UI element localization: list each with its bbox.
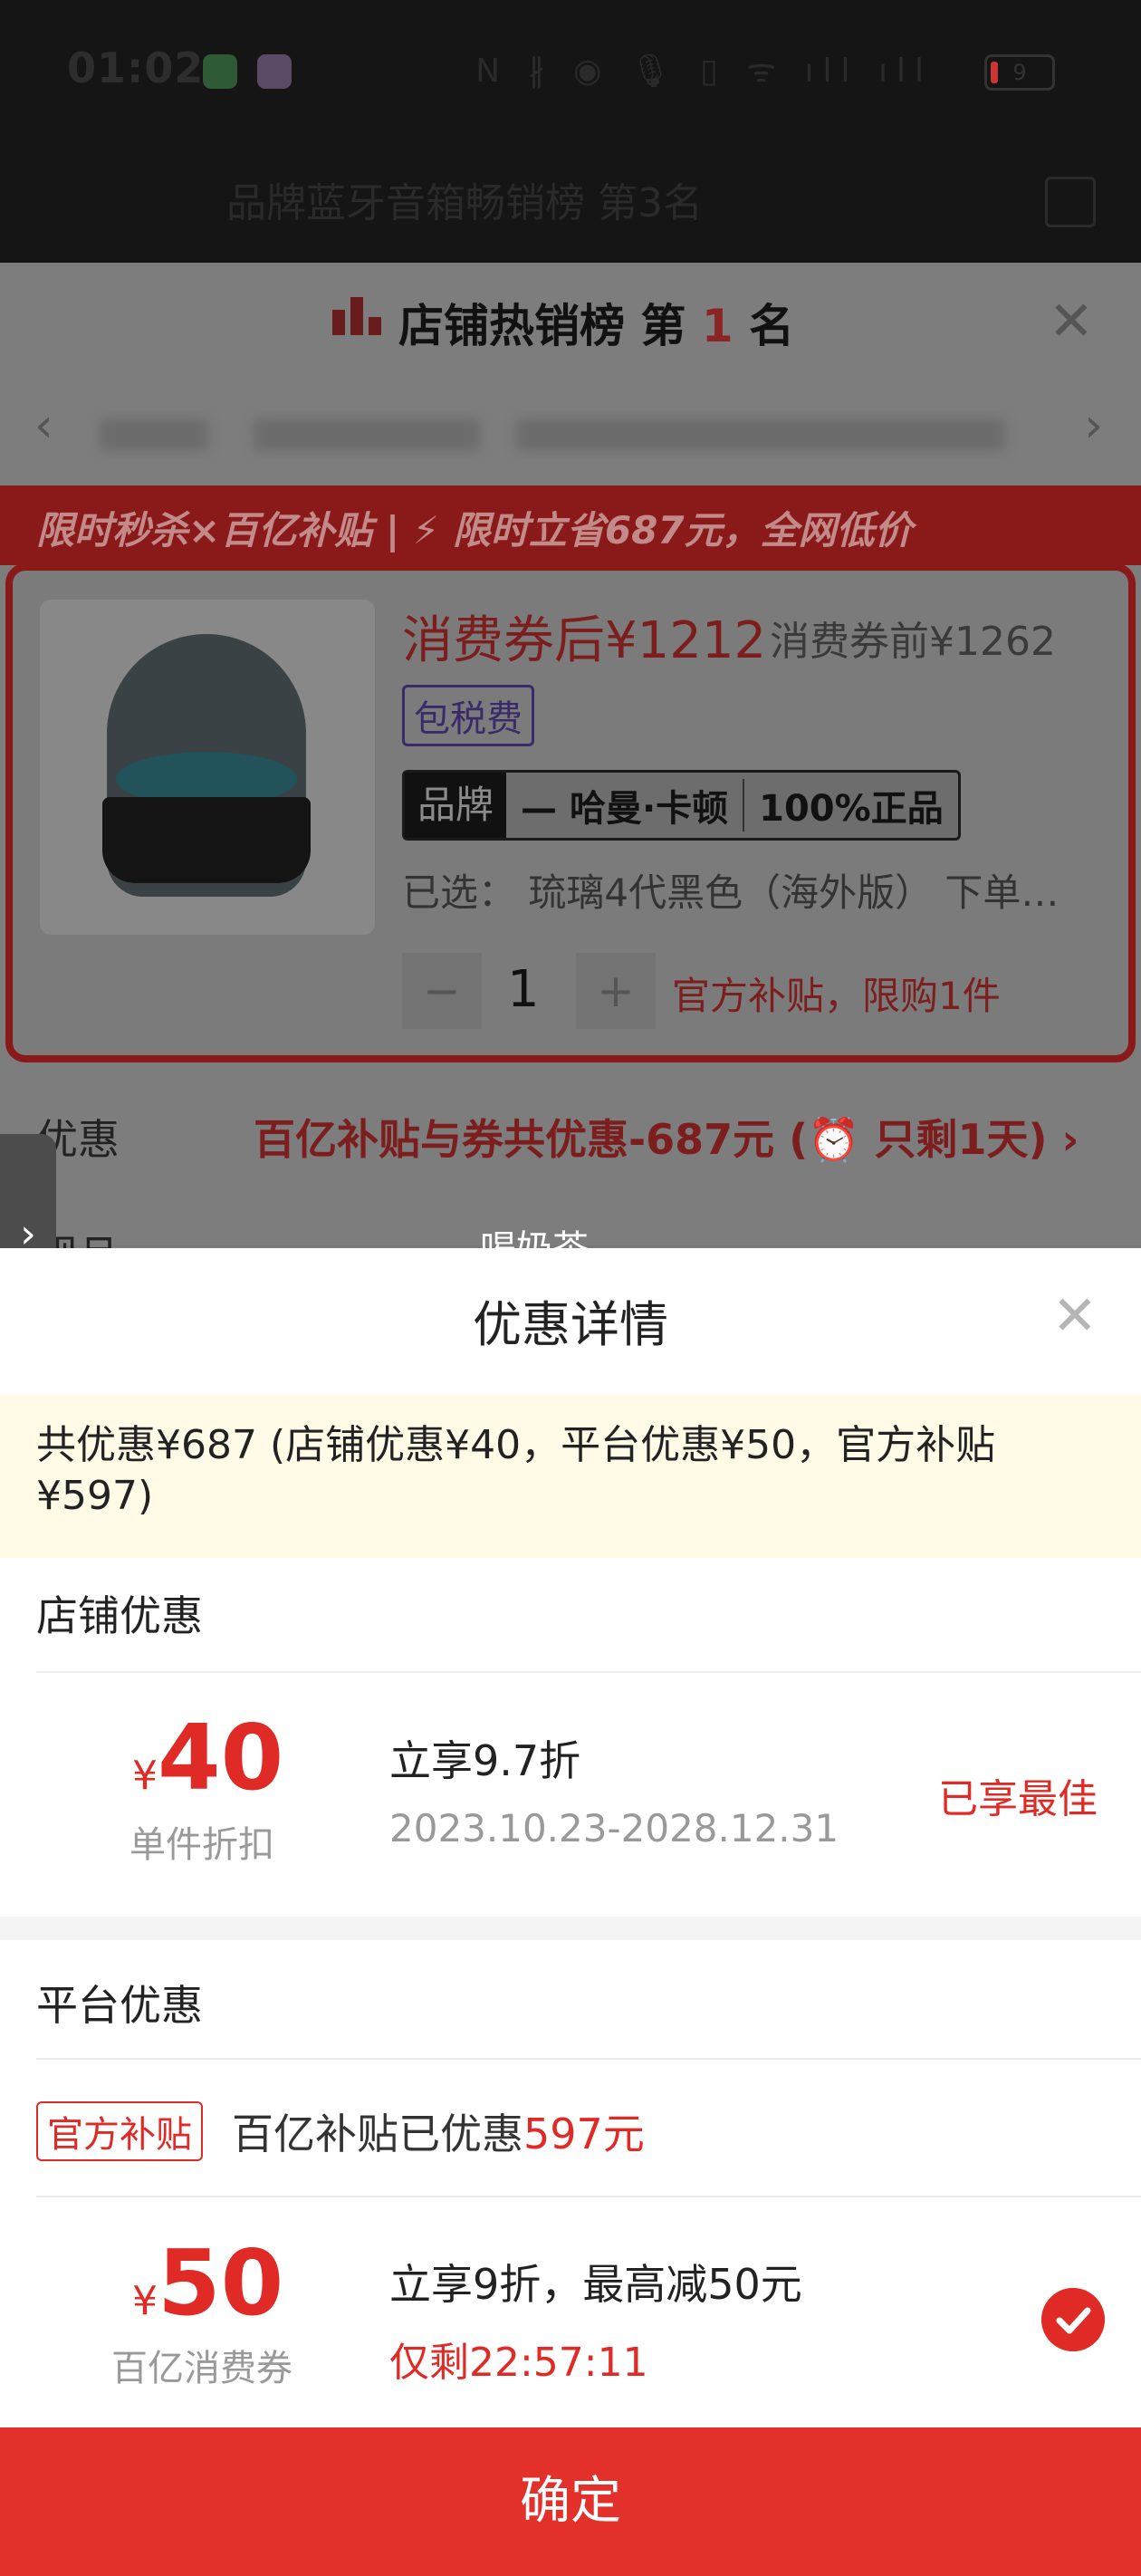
- discount-total-summary: 共优惠¥687 (店铺优惠¥40，平台优惠¥50，官方补贴¥597): [36, 1422, 996, 1519]
- subsidy-text: 百亿补贴已优惠597元: [232, 2110, 645, 2158]
- shop-discount-amount: ¥40: [132, 1705, 284, 1811]
- selected-variant[interactable]: 已选： 琉璃4代黑色（海外版） 下单…: [402, 862, 1059, 918]
- brand-label: 品牌: [405, 773, 507, 838]
- discount-summary-link[interactable]: 百亿补贴与券共优惠-687元 (⏰ 只剩1天) ›: [254, 1107, 1079, 1167]
- quantity-plus-button[interactable]: +: [576, 953, 656, 1029]
- chevron-right-icon[interactable]: ›: [1084, 399, 1103, 453]
- speaker-base: [102, 797, 311, 883]
- promo-text: 限时秒杀×百亿补贴 | ⚡ 限时立省687元，全网低价: [36, 508, 913, 553]
- platform-discount-heading: 平台优惠: [36, 1981, 203, 2030]
- shop-discount-caption: 单件折扣: [129, 1824, 274, 1866]
- popup-title: 优惠详情: [473, 1296, 668, 1353]
- section-gap: [0, 1917, 1141, 1940]
- brand-guarantee: 100%正品: [743, 779, 958, 831]
- coupon-countdown: 仅剩22:57:11: [389, 2340, 648, 2386]
- price-after-coupon: 消费券后¥1212: [402, 611, 767, 670]
- shop-discount-heading: 店铺优惠: [36, 1591, 203, 1640]
- close-icon[interactable]: ✕: [1049, 290, 1094, 353]
- quantity-value[interactable]: 1: [507, 960, 540, 1019]
- checkmark-icon[interactable]: [1041, 2288, 1105, 2351]
- background-rank-text: 品牌蓝牙音箱畅销榜 第3名: [226, 180, 703, 226]
- official-subsidy-tag: 官方补贴: [36, 2101, 203, 2161]
- tax-included-badge: 包税费: [402, 685, 534, 746]
- platform-coupon-amount: ¥50: [132, 2230, 284, 2336]
- app-notification-icon: [257, 54, 292, 89]
- chevron-left-icon[interactable]: ‹: [34, 399, 53, 453]
- ranking-tabs-blurred: [0, 391, 1141, 475]
- divider: [36, 2196, 1141, 2197]
- quantity-minus-button[interactable]: −: [402, 953, 482, 1029]
- wechat-icon: [203, 54, 237, 89]
- divider: [36, 1671, 1141, 1673]
- rank-title: 店铺热销榜 第 1 名: [398, 300, 795, 352]
- confirm-button[interactable]: 确定: [0, 2427, 1141, 2576]
- close-icon[interactable]: ✕: [1052, 1284, 1098, 1348]
- platform-coupon-description: 立享9折，最高减50元: [389, 2260, 802, 2309]
- rank-chart-icon: [332, 297, 381, 335]
- battery-icon: 9: [984, 54, 1055, 91]
- shop-discount-validity: 2023.10.23-2028.12.31: [389, 1806, 839, 1850]
- brand-name: — 哈曼·卡顿: [521, 788, 729, 830]
- purchase-limit-text: 官方补贴，限购1件: [672, 974, 1001, 1018]
- status-time: 01:02: [67, 43, 205, 92]
- brand-badge: 品牌 — 哈曼·卡顿 100%正品: [402, 770, 961, 841]
- status-icons: N ∦ ◉ 🎙 ▯ ᯤ ıll ıll: [475, 53, 933, 90]
- divider: [36, 2058, 1141, 2060]
- platform-coupon-caption: 百亿消费券: [111, 2348, 292, 2389]
- shop-discount-description: 立享9.7折: [389, 1736, 581, 1785]
- best-applied-status: 已享最佳: [938, 1776, 1098, 1822]
- price-before-coupon: 消费券前¥1262: [770, 619, 1056, 665]
- background-cart-icon: [1045, 177, 1096, 227]
